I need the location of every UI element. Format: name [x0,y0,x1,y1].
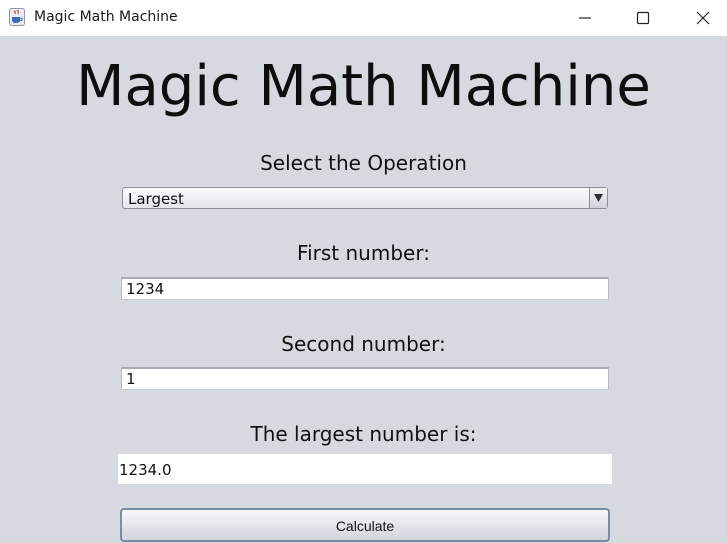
page-title: Magic Math Machine [76,54,651,119]
title-bar: Magic Math Machine [0,0,727,36]
first-number-value: 1234 [126,280,165,298]
maximize-icon [636,11,650,25]
second-number-input[interactable]: 1 [121,367,609,390]
chevron-down-icon [594,194,603,202]
close-button[interactable] [680,0,726,36]
result-value: 1234.0 [119,461,172,479]
minimize-button[interactable] [562,0,608,36]
second-number-label: Second number: [281,332,446,356]
result-label: The largest number is: [250,422,477,446]
first-number-input[interactable]: 1234 [121,277,609,300]
result-field: 1234.0 [118,454,612,484]
operation-label: Select the Operation [260,151,467,175]
calculate-button-label: Calculate [335,518,395,534]
app-window: Magic Math Machine Magic Math Machine Se… [0,0,727,543]
minimize-icon [579,17,591,19]
first-number-label: First number: [297,241,430,265]
window-title: Magic Math Machine [34,9,178,25]
dropdown-arrow-button[interactable] [589,188,607,208]
operation-dropdown[interactable]: Largest [122,187,608,209]
maximize-button[interactable] [620,0,666,36]
second-number-value: 1 [126,370,136,388]
java-coffee-cup-icon [9,8,25,26]
calculate-button[interactable]: Calculate [120,508,610,542]
close-icon [696,11,710,25]
operation-selected-value: Largest [128,190,184,208]
